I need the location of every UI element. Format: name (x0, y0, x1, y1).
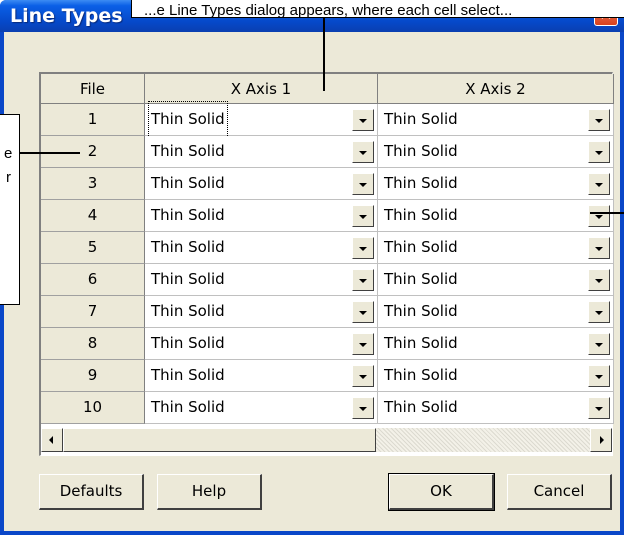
line-type-select-x-axis-1[interactable]: Thin Solid (145, 101, 378, 138)
line-type-value: Thin Solid (151, 174, 225, 192)
line-type-value: Thin Solid (151, 142, 225, 160)
header-x-axis-1[interactable]: X Axis 1 (145, 74, 378, 104)
line-type-value: Thin Solid (151, 206, 225, 224)
line-type-value: Thin Solid (384, 302, 458, 320)
line-type-value: Thin Solid (384, 398, 458, 416)
dropdown-arrow-icon[interactable] (352, 269, 374, 291)
callout-left-text-1: e (4, 145, 13, 162)
dropdown-arrow-icon[interactable] (352, 301, 374, 323)
row-header[interactable]: 4 (41, 200, 145, 232)
line-type-select-x-axis-1[interactable]: Thin Solid (145, 168, 378, 200)
line-type-select-x-axis-1[interactable]: Thin Solid (145, 264, 378, 296)
line-type-value: Thin Solid (151, 270, 225, 288)
row-header[interactable]: 3 (41, 168, 145, 200)
line-type-value: Thin Solid (148, 101, 228, 138)
header-x-axis-2[interactable]: X Axis 2 (378, 74, 614, 104)
dropdown-arrow-icon[interactable] (352, 333, 374, 355)
line-types-grid: File X Axis 1 X Axis 2 1 Thin Solid Thin S… (39, 72, 614, 456)
line-type-value: Thin Solid (151, 238, 225, 256)
line-type-select-x-axis-2[interactable]: Thin Solid (378, 232, 614, 264)
dialog-title: Line Types (10, 5, 123, 27)
callout-left: e r (0, 114, 20, 305)
dropdown-arrow-icon[interactable] (352, 173, 374, 195)
line-type-select-x-axis-1[interactable]: Thin Solid (145, 136, 378, 168)
line-type-select-x-axis-2[interactable]: Thin Solid (378, 200, 614, 232)
help-button[interactable]: Help (157, 474, 262, 510)
dropdown-arrow-icon[interactable] (352, 397, 374, 419)
line-type-value: Thin Solid (151, 398, 225, 416)
dropdown-arrow-icon[interactable] (352, 205, 374, 227)
row-header[interactable]: 8 (41, 328, 145, 360)
line-type-select-x-axis-2[interactable]: Thin Solid (378, 264, 614, 296)
line-type-value: Thin Solid (384, 142, 458, 160)
line-type-value: Thin Solid (384, 206, 458, 224)
header-file[interactable]: File (41, 74, 145, 104)
line-type-select-x-axis-1[interactable]: Thin Solid (145, 296, 378, 328)
callout-left-leader (20, 152, 80, 154)
scroll-track[interactable] (376, 428, 590, 452)
dropdown-arrow-icon[interactable] (588, 333, 610, 355)
horizontal-scrollbar[interactable] (41, 428, 612, 452)
line-type-select-x-axis-1[interactable]: Thin Solid (145, 232, 378, 264)
scroll-left-icon[interactable] (41, 428, 63, 452)
callout-right-leader (590, 212, 624, 214)
dropdown-arrow-icon[interactable] (588, 397, 610, 419)
line-type-select-x-axis-2[interactable]: Thin Solid (378, 136, 614, 168)
line-type-select-x-axis-2[interactable]: Thin Solid (378, 360, 614, 392)
line-type-select-x-axis-1[interactable]: Thin Solid (145, 360, 378, 392)
line-type-select-x-axis-2[interactable]: Thin Solid (378, 104, 614, 136)
defaults-button[interactable]: Defaults (39, 474, 144, 510)
dropdown-arrow-icon[interactable] (352, 365, 374, 387)
dropdown-arrow-icon[interactable] (588, 301, 610, 323)
dropdown-arrow-icon[interactable] (588, 173, 610, 195)
ok-button[interactable]: OK (388, 473, 495, 511)
row-header[interactable]: 7 (41, 296, 145, 328)
dropdown-arrow-icon[interactable] (352, 141, 374, 163)
dropdown-arrow-icon[interactable] (588, 109, 610, 131)
dropdown-arrow-icon[interactable] (588, 141, 610, 163)
callout-top-text: ...e Line Types dialog appears, where ea… (144, 2, 513, 18)
line-type-value: Thin Solid (384, 334, 458, 352)
dropdown-arrow-icon[interactable] (588, 269, 610, 291)
line-type-select-x-axis-2[interactable]: Thin Solid (378, 392, 614, 424)
scroll-right-icon[interactable] (590, 428, 612, 452)
callout-left-text-2: r (6, 169, 11, 186)
row-header[interactable]: 10 (41, 392, 145, 424)
line-type-select-x-axis-1[interactable]: Thin Solid (145, 328, 378, 360)
row-header[interactable]: 9 (41, 360, 145, 392)
line-type-value: Thin Solid (151, 334, 225, 352)
line-type-select-x-axis-2[interactable]: Thin Solid (378, 296, 614, 328)
line-type-select-x-axis-2[interactable]: Thin Solid (378, 328, 614, 360)
dropdown-arrow-icon[interactable] (588, 205, 610, 227)
line-type-value: Thin Solid (384, 270, 458, 288)
row-header[interactable]: 6 (41, 264, 145, 296)
line-type-select-x-axis-2[interactable]: Thin Solid (378, 168, 614, 200)
dropdown-arrow-icon[interactable] (352, 109, 374, 131)
cancel-button[interactable]: Cancel (507, 474, 612, 510)
line-type-value: Thin Solid (384, 238, 458, 256)
line-type-value: Thin Solid (384, 174, 458, 192)
line-type-select-x-axis-1[interactable]: Thin Solid (145, 392, 378, 424)
dropdown-arrow-icon[interactable] (588, 365, 610, 387)
dropdown-arrow-icon[interactable] (352, 237, 374, 259)
line-type-select-x-axis-1[interactable]: Thin Solid (145, 200, 378, 232)
line-type-value: Thin Solid (384, 110, 458, 128)
dropdown-arrow-icon[interactable] (588, 237, 610, 259)
callout-top: ...e Line Types dialog appears, where ea… (131, 0, 624, 18)
scroll-thumb[interactable] (63, 428, 376, 452)
row-header[interactable]: 1 (41, 104, 145, 136)
callout-top-leader (323, 18, 325, 91)
line-type-value: Thin Solid (151, 302, 225, 320)
row-header[interactable]: 5 (41, 232, 145, 264)
line-type-value: Thin Solid (384, 366, 458, 384)
line-type-value: Thin Solid (151, 366, 225, 384)
